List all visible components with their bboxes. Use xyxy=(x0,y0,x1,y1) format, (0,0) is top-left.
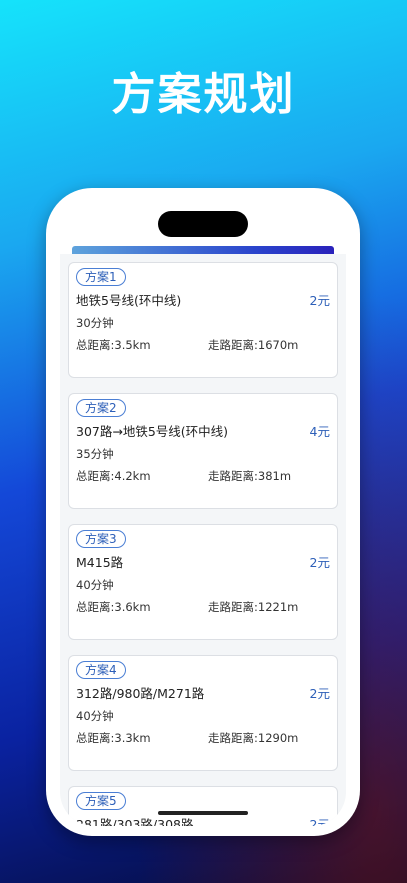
plan-price: 2元 xyxy=(309,555,330,570)
plan-route: 312路/980路/M271路 xyxy=(76,686,205,701)
plan-duration: 40分钟 xyxy=(76,709,114,723)
plan-card[interactable]: 方案2 307路→地铁5号线(环中线) 4元 35分钟 总距离:4.2km 走路… xyxy=(68,393,338,509)
plan-walk-distance: 走路距离:381m xyxy=(208,469,292,483)
plan-total-distance: 总距离:3.5km xyxy=(76,338,151,352)
plan-badge: 方案2 xyxy=(76,399,126,417)
plan-walk-distance: 走路距离:1221m xyxy=(208,600,299,614)
plan-total-distance: 总距离:4.2km xyxy=(76,469,151,483)
phone-frame: 方案1 地铁5号线(环中线) 2元 30分钟 总距离:3.5km 走路距离:16… xyxy=(46,188,360,836)
plan-badge: 方案5 xyxy=(76,792,126,810)
plan-duration: 40分钟 xyxy=(76,578,114,592)
plan-list[interactable]: 方案1 地铁5号线(环中线) 2元 30分钟 总距离:3.5km 走路距离:16… xyxy=(60,254,346,826)
plan-route: 地铁5号线(环中线) xyxy=(76,293,182,308)
plan-duration: 30分钟 xyxy=(76,316,114,330)
plan-route: 307路→地铁5号线(环中线) xyxy=(76,424,229,439)
plan-card[interactable]: 方案4 312路/980路/M271路 2元 40分钟 总距离:3.3km 走路… xyxy=(68,655,338,771)
promo-title: 方案规划 xyxy=(111,69,296,120)
header-gradient-bar xyxy=(72,246,334,254)
plan-total-distance: 总距离:3.6km xyxy=(76,600,151,614)
phone-screen: 方案1 地铁5号线(环中线) 2元 30分钟 总距离:3.5km 走路距离:16… xyxy=(60,200,346,826)
plan-total-distance: 总距离:3.3km xyxy=(76,731,151,745)
plan-card[interactable]: 方案3 M415路 2元 40分钟 总距离:3.6km 走路距离:1221m xyxy=(68,524,338,640)
plan-price: 2元 xyxy=(309,817,330,826)
plan-card[interactable]: 方案5 281路/303路/308路 2元 xyxy=(68,786,338,826)
plan-route: 281路/303路/308路 xyxy=(76,817,194,826)
plan-badge: 方案4 xyxy=(76,661,126,679)
plan-duration: 35分钟 xyxy=(76,447,114,461)
home-indicator[interactable] xyxy=(158,811,248,815)
plan-badge: 方案1 xyxy=(76,268,126,286)
plan-price: 2元 xyxy=(309,686,330,701)
plan-price: 2元 xyxy=(309,293,330,308)
plan-walk-distance: 走路距离:1670m xyxy=(208,338,299,352)
plan-walk-distance: 走路距离:1290m xyxy=(208,731,299,745)
dynamic-island xyxy=(158,211,248,237)
plan-route: M415路 xyxy=(76,555,124,570)
plan-price: 4元 xyxy=(309,424,330,439)
plan-badge: 方案3 xyxy=(76,530,126,548)
plan-card[interactable]: 方案1 地铁5号线(环中线) 2元 30分钟 总距离:3.5km 走路距离:16… xyxy=(68,262,338,378)
